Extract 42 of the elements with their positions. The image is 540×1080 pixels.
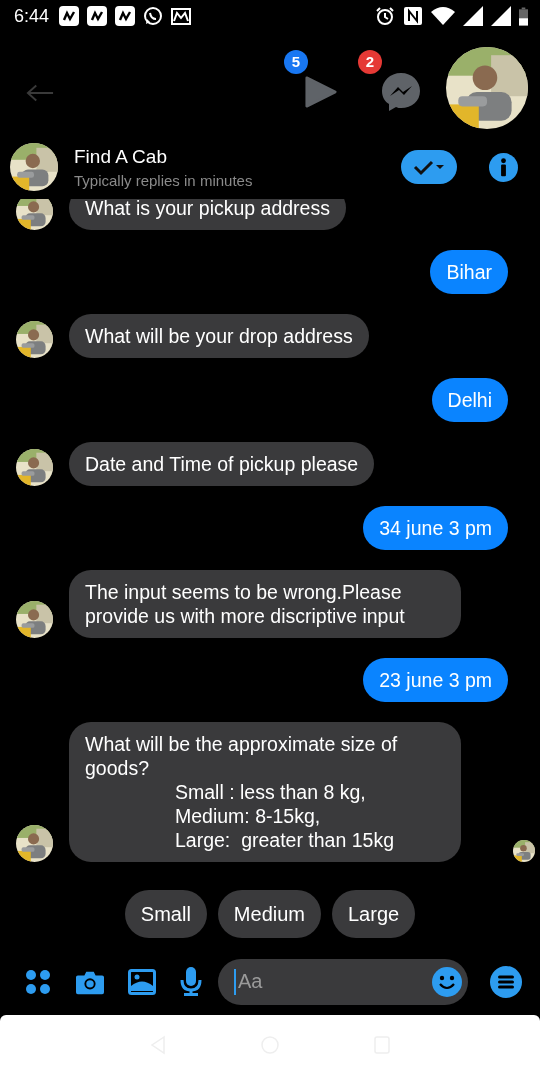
message-bubble: Bihar [430,250,508,294]
quick-reply-button[interactable]: Medium [217,890,321,938]
notification-badge: 5 [284,49,308,74]
battery-icon [519,6,528,26]
message-text: Small : less than 8 kg, [174,780,367,804]
play-icon[interactable] [305,75,337,108]
chat-icon [143,6,164,26]
alarm-icon [375,6,395,26]
check-dropdown-button[interactable] [401,150,457,184]
chat-subtitle: Typically replies in minutes [74,171,253,189]
signal-icon [463,6,483,26]
message-bubble: 23 june 3 pm [363,658,508,702]
gallery-icon [171,6,192,26]
nfc-icon [403,6,423,26]
message-input[interactable]: Aa [236,969,432,994]
message-text: What will be your drop address [85,324,353,348]
notification-badge: 2 [358,49,382,74]
quick-reply-button[interactable]: Large [332,890,416,938]
messenger-icon[interactable] [381,71,421,112]
chat-title: Find A Cab [74,145,168,168]
image-icon[interactable] [128,967,156,996]
notification-icon [115,6,136,26]
message-text: What will be the approximate size of goods? [85,732,399,780]
notification-icon [59,6,80,26]
smiley-icon[interactable] [432,966,462,997]
message-field[interactable]: Aa [218,958,468,1005]
microphone-icon[interactable] [180,966,202,997]
quick-reply-button[interactable]: Small [124,890,207,938]
message-text: Large: greater than 15kg [174,828,395,852]
message-text: What is your pickup address [85,196,330,220]
wifi-icon [431,6,455,26]
message-text: The input seems to be wrong.Please provide us with more discriptive input [85,580,406,628]
message-text: Date and Time of pickup please [85,452,359,476]
message-bubble: 34 june 3 pm [363,506,508,550]
info-icon[interactable] [489,152,518,182]
notification-icon [87,6,108,26]
signal-icon [491,6,511,26]
status-time: 6:44 [14,5,50,27]
message-bubble: Delhi [431,378,508,422]
message-text: Medium: 8-15kg, [174,804,322,828]
menu-icon[interactable] [490,965,522,998]
apps-icon[interactable] [24,967,52,996]
